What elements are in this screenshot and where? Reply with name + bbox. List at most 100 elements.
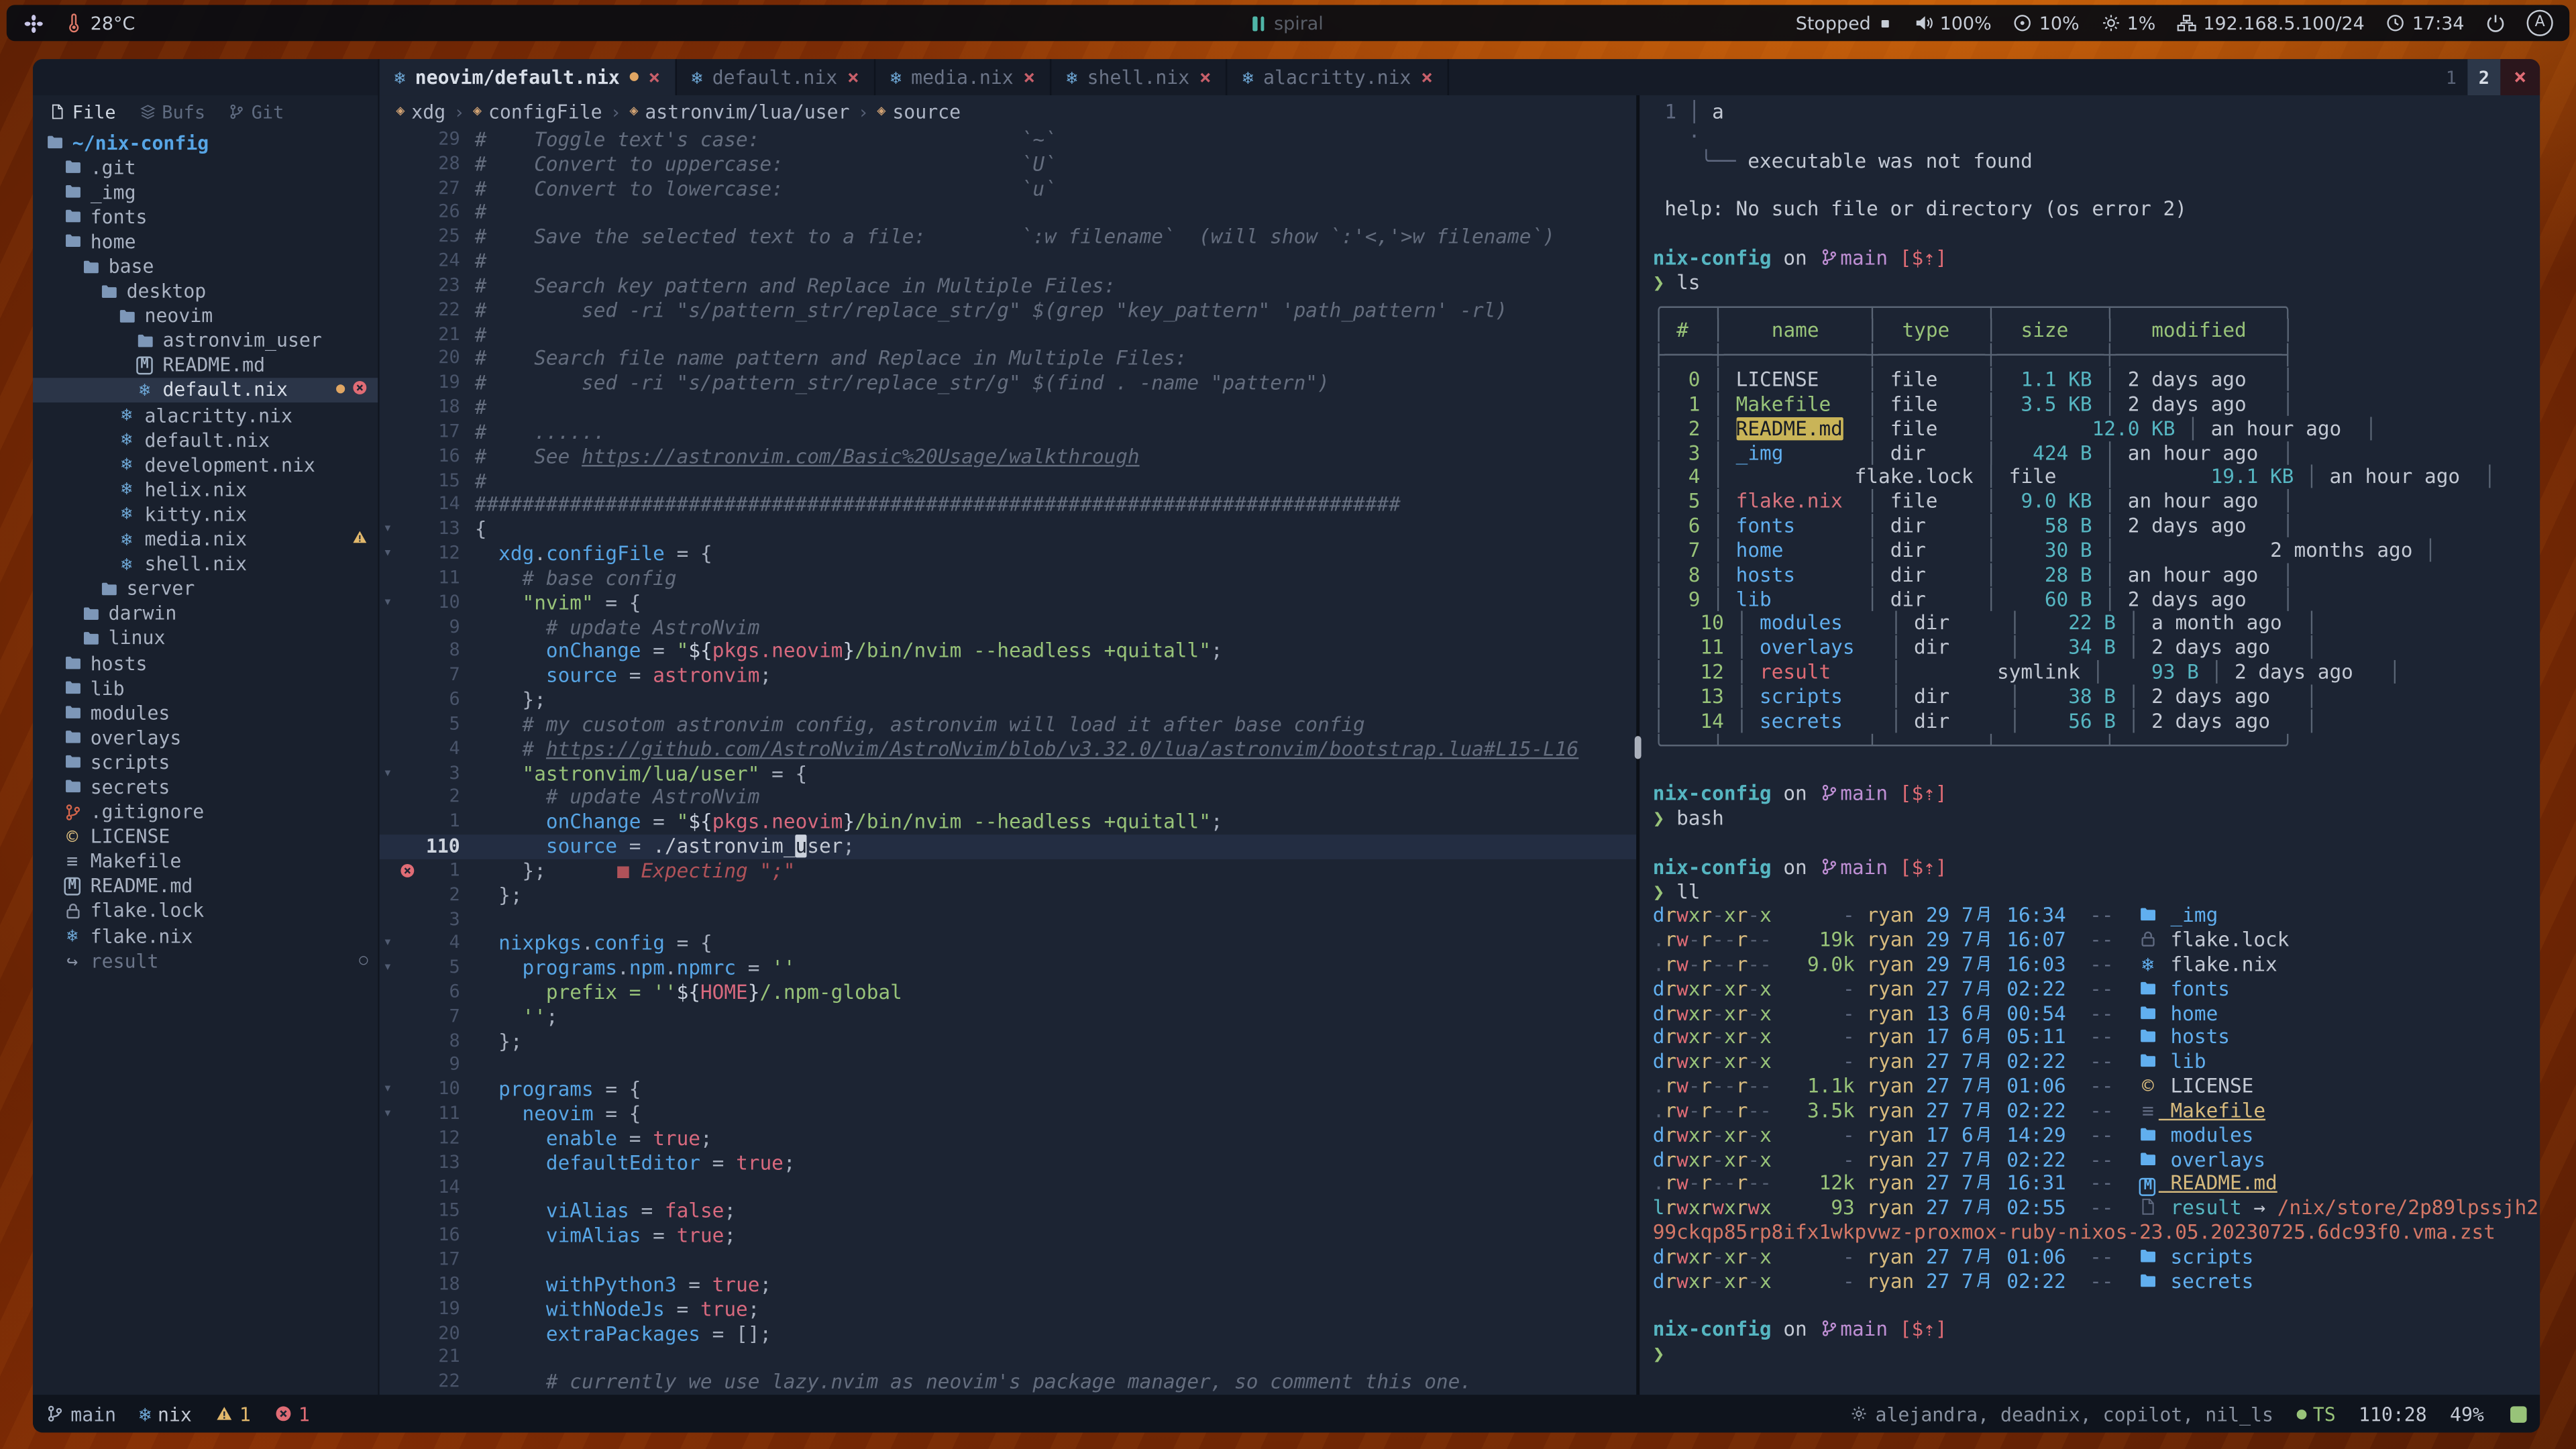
file-tree[interactable]: ~/nix-config.git_imgfontshomebasedesktop… <box>33 128 378 1395</box>
tree-item[interactable]: neovim <box>33 303 378 328</box>
tree-item[interactable]: lib <box>33 676 378 700</box>
tree-item[interactable]: ❄default.nix <box>33 427 378 452</box>
buffer-tab[interactable]: ❄neovim/default.nix●× <box>380 59 677 95</box>
code-text: # <box>475 250 487 274</box>
breadcrumb-item[interactable]: ◈configFile <box>473 100 602 123</box>
tree-item[interactable]: secrets <box>33 775 378 800</box>
fold-caret-icon[interactable]: ▾ <box>380 591 396 615</box>
tree-item[interactable]: _img <box>33 179 378 204</box>
buffer-tab[interactable]: ❄shell.nix× <box>1052 59 1228 95</box>
tree-item[interactable]: home <box>33 229 378 254</box>
folder-icon <box>2139 906 2157 924</box>
tabline-close-button[interactable]: × <box>2500 59 2540 95</box>
tree-item[interactable]: ≡Makefile <box>33 849 378 873</box>
close-icon[interactable]: × <box>1023 66 1035 89</box>
sidebar-tab-bufs[interactable]: Bufs <box>139 101 205 123</box>
fold-caret-icon[interactable]: ▾ <box>380 957 396 981</box>
brightness-module[interactable]: 1% <box>2100 12 2155 34</box>
tree-item[interactable]: ❄development.nix <box>33 452 378 477</box>
network-module[interactable]: 192.168.5.100/24 <box>2177 12 2365 34</box>
editor-line: 18# <box>380 396 1636 420</box>
tree-item[interactable]: modules <box>33 700 378 725</box>
user-badge[interactable]: A <box>2527 10 2553 36</box>
buffer-tab[interactable]: ❄default.nix× <box>677 59 875 95</box>
symlink-circle-icon: ○ <box>359 953 368 969</box>
code-text: }; <box>475 688 546 712</box>
editor-line: 11 # base config <box>380 567 1636 591</box>
fold-caret-icon[interactable]: ▾ <box>380 1078 396 1102</box>
tree-item[interactable]: overlays <box>33 725 378 750</box>
close-icon[interactable]: × <box>1421 66 1433 89</box>
buffer-tab[interactable]: ❄media.nix× <box>875 59 1051 95</box>
tree-item[interactable]: ❄alacritty.nix <box>33 402 378 427</box>
make-icon: ≡ <box>2142 1099 2154 1122</box>
tree-item[interactable]: ❄helix.nix <box>33 477 378 502</box>
tree-item[interactable]: ❄kitty.nix <box>33 502 378 527</box>
code-text: ########################################… <box>475 494 1401 518</box>
sidebar-tab-file[interactable]: File <box>49 101 115 123</box>
buffer-tab[interactable]: ❄alacritty.nix× <box>1228 59 1449 95</box>
sidebar-tab-git[interactable]: Git <box>228 101 284 123</box>
tree-item[interactable]: ❄default.nix● <box>33 378 378 402</box>
breadcrumb-item[interactable]: ◈astronvim/lua/user <box>629 100 849 123</box>
tree-item[interactable]: ❄shell.nix <box>33 551 378 576</box>
fold-caret-icon[interactable]: ▾ <box>380 761 396 786</box>
tree-item[interactable]: ↪result○ <box>33 948 378 973</box>
tree-item[interactable]: scripts <box>33 750 378 775</box>
folder-icon <box>81 629 99 647</box>
tree-item[interactable]: hosts <box>33 651 378 676</box>
editor-line: ▾10 programs = { <box>380 1078 1636 1102</box>
line-number: 14 <box>417 1176 460 1200</box>
tabpage-2[interactable]: 2 <box>2467 59 2500 95</box>
disk-module[interactable]: 10% <box>2013 12 2080 34</box>
tree-item[interactable]: MREADME.md <box>33 353 378 378</box>
tree-item[interactable]: .gitignore <box>33 800 378 824</box>
window-separator[interactable] <box>1636 95 1640 1395</box>
editor-line: 7 ''; <box>380 1005 1636 1029</box>
volume-module[interactable]: 100% <box>1913 12 1991 34</box>
tree-item[interactable]: ❄media.nix <box>33 527 378 551</box>
tree-item[interactable]: ©LICENSE <box>33 824 378 849</box>
editor-line: 5 # my cusotom astronvim config, astronv… <box>380 713 1636 737</box>
editor-pane[interactable]: ◈xdg›◈configFile›◈astronvim/lua/user›◈so… <box>380 95 1636 1395</box>
temperature-module[interactable]: 28°C <box>64 12 136 34</box>
editor-line: 29# Toggle text's case: `~` <box>380 128 1636 152</box>
terminal-line: 99ckqp85rp8ifx1wkpvwz-proxmox-ruby-nixos… <box>1653 1221 2540 1245</box>
launcher-icon[interactable] <box>23 12 44 34</box>
tree-item[interactable]: ~/nix-config <box>33 129 378 154</box>
breadcrumb-item[interactable]: ◈xdg <box>396 100 445 123</box>
close-icon[interactable]: × <box>649 66 661 89</box>
dot-icon: ● <box>630 69 639 85</box>
tree-item[interactable]: darwin <box>33 601 378 626</box>
editor-line: 18 withPython3 = true; <box>380 1273 1636 1297</box>
tree-item[interactable]: flake.lock <box>33 898 378 923</box>
tree-item-label: shell.nix <box>145 552 248 575</box>
tree-item[interactable]: fonts <box>33 204 378 229</box>
tree-item[interactable]: astronvim_user <box>33 328 378 353</box>
tabpage-1[interactable]: 1 <box>2434 59 2467 95</box>
tree-item[interactable]: .git <box>33 154 378 179</box>
close-icon[interactable]: × <box>847 66 859 89</box>
tree-item[interactable]: ❄flake.nix <box>33 923 378 948</box>
code-text: programs.npm.npmrc = '' <box>475 957 796 981</box>
fold-caret-icon[interactable]: ▾ <box>380 518 396 542</box>
fold-caret-icon[interactable]: ▾ <box>380 932 396 956</box>
terminal-pane[interactable]: 1 │ a · ╰── executable was not found hel… <box>1640 95 2540 1395</box>
tree-item[interactable]: server <box>33 576 378 601</box>
fold-caret-icon[interactable]: ▾ <box>380 1103 396 1127</box>
media-status-module[interactable]: Stopped <box>1796 12 1892 34</box>
scrollbar-thumb[interactable] <box>1635 736 1642 759</box>
tree-item[interactable]: MREADME.md <box>33 873 378 898</box>
tree-item[interactable]: desktop <box>33 278 378 303</box>
close-icon[interactable]: × <box>1199 66 1212 89</box>
tree-item-label: default.nix <box>162 378 288 401</box>
breadcrumb-item[interactable]: ◈source <box>877 100 961 123</box>
fold-caret-icon[interactable]: ▾ <box>380 542 396 566</box>
nix-icon: ❄ <box>121 504 131 525</box>
power-icon[interactable] <box>2485 13 2505 33</box>
tree-item-label: astronvim_user <box>162 329 321 352</box>
clock-module[interactable]: 17:34 <box>2386 12 2465 34</box>
tree-item[interactable]: linux <box>33 626 378 651</box>
tree-item[interactable]: base <box>33 254 378 278</box>
editor-line: 8 onChange = "${pkgs.neovim}/bin/nvim --… <box>380 640 1636 664</box>
